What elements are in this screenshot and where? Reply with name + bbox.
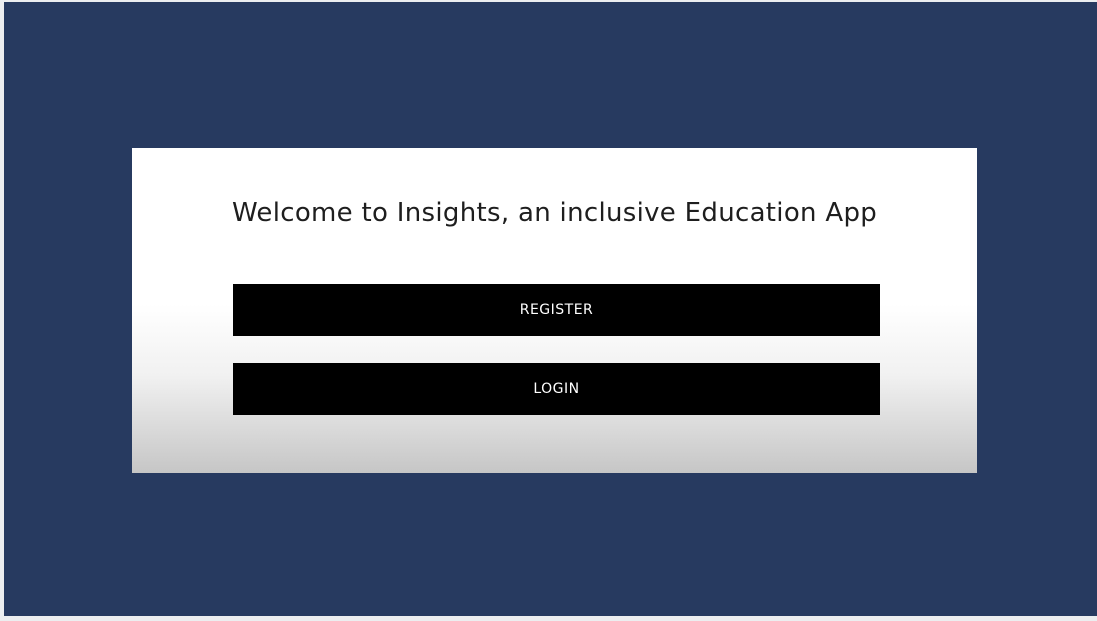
welcome-card: Welcome to Insights, an inclusive Educat…: [132, 148, 977, 473]
welcome-title: Welcome to Insights, an inclusive Educat…: [231, 198, 878, 228]
login-button[interactable]: LOGIN: [233, 363, 880, 415]
register-button[interactable]: REGISTER: [233, 284, 880, 336]
app-background: Welcome to Insights, an inclusive Educat…: [4, 2, 1097, 616]
